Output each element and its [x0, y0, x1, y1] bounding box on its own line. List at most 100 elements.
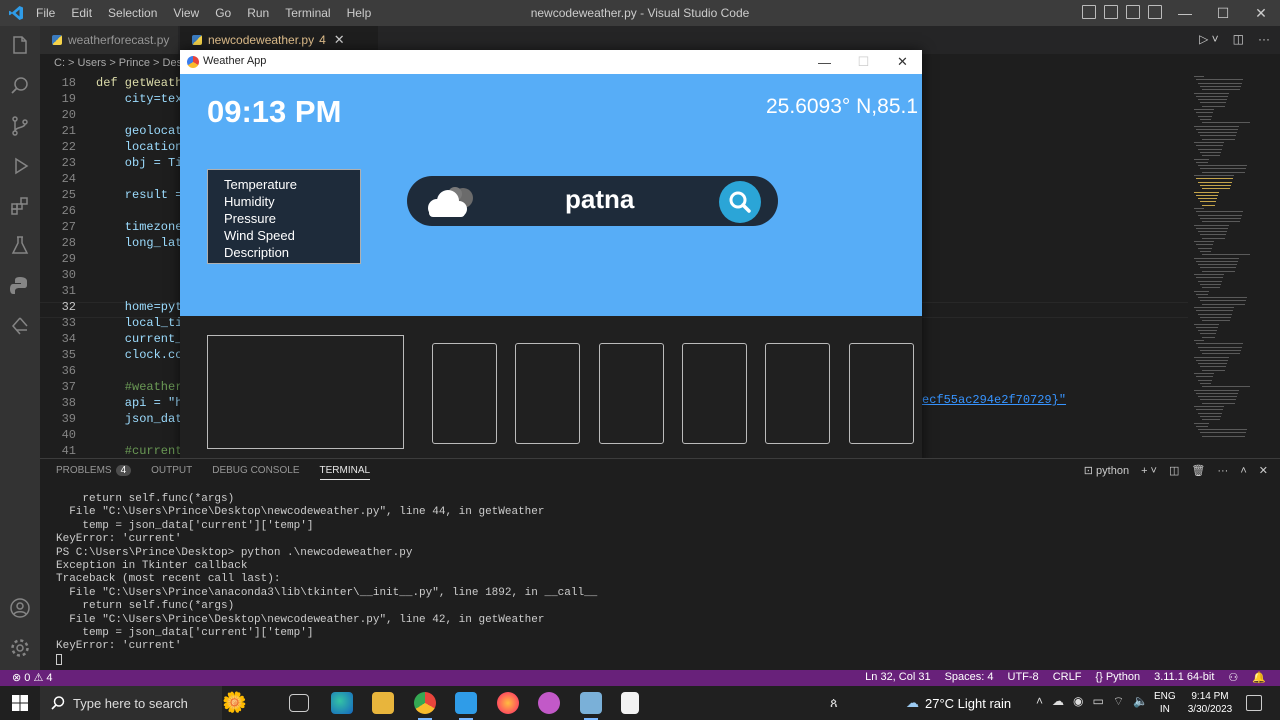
menu-view[interactable]: View: [173, 6, 199, 20]
remote-explorer-icon[interactable]: [8, 314, 32, 338]
more-actions-icon[interactable]: ···: [1258, 32, 1270, 46]
minimap-line: [1198, 82, 1242, 84]
encoding[interactable]: UTF-8: [1008, 671, 1039, 684]
split-editor-icon[interactable]: ◫: [1233, 32, 1244, 46]
indentation[interactable]: Spaces: 4: [945, 671, 994, 684]
battery-icon[interactable]: ▭: [1093, 694, 1104, 709]
source-control-icon[interactable]: [8, 114, 32, 138]
terminal-output[interactable]: return self.func(*args) File "C:\Users\P…: [56, 493, 597, 667]
tab-close-icon[interactable]: ✕: [334, 32, 345, 48]
maximize-icon[interactable]: ☐: [1204, 0, 1242, 26]
minimap-line: [1196, 227, 1228, 229]
tab-problems[interactable]: PROBLEMS 4: [56, 465, 132, 480]
notepad-icon[interactable]: [621, 692, 639, 714]
tab-output[interactable]: OUTPUT: [151, 465, 192, 480]
api-url-string[interactable]: ecf55ac294e2f70729}": [922, 393, 1066, 407]
long-lat-label: 25.6093° N,85.1: [766, 95, 919, 118]
customize-layout-icon[interactable]: [1148, 5, 1162, 19]
minimize-icon[interactable]: —: [805, 50, 844, 74]
cursor-position[interactable]: Ln 32, Col 31: [865, 671, 930, 684]
weather-app-title: Weather App: [203, 55, 267, 67]
minimap-line: [1200, 283, 1221, 285]
menu-bar: File Edit Selection View Go Run Terminal…: [36, 6, 371, 20]
new-terminal-icon[interactable]: + ˅: [1141, 465, 1157, 477]
show-hidden-icons[interactable]: ˄: [1036, 694, 1043, 709]
terminal-line: temp = json_data['current']['temp']: [56, 519, 314, 532]
tab-debug-console[interactable]: DEBUG CONSOLE: [212, 465, 299, 480]
search-icon[interactable]: [8, 74, 32, 98]
close-panel-icon[interactable]: ✕: [1259, 464, 1268, 477]
minimap-line: [1194, 257, 1239, 259]
language-indicator[interactable]: ENG IN: [1154, 690, 1176, 716]
camera-icon[interactable]: ◉: [1073, 694, 1083, 709]
account-icon[interactable]: [8, 596, 32, 620]
python-icon[interactable]: [8, 274, 32, 298]
edge-icon[interactable]: [331, 692, 353, 714]
language-mode[interactable]: {} Python: [1095, 671, 1140, 684]
kill-terminal-icon[interactable]: 🗑: [1191, 464, 1205, 477]
close-icon[interactable]: ✕: [883, 50, 922, 74]
menu-terminal[interactable]: Terminal: [285, 6, 330, 20]
taskbar-clock[interactable]: 9:14 PM 3/30/2023: [1186, 690, 1234, 716]
minimap-line: [1198, 396, 1237, 398]
minimap-line: [1200, 217, 1241, 219]
taskbar-search[interactable]: Type here to search 🌼: [40, 686, 247, 720]
app-icon[interactable]: [538, 692, 560, 714]
task-view-icon[interactable]: [289, 694, 309, 712]
notifications-bell-icon[interactable]: 🔔: [1252, 671, 1266, 684]
volume-icon[interactable]: 🔈: [1133, 694, 1148, 709]
problems-status[interactable]: ⊗ 0 ⚠ 4: [12, 671, 52, 684]
run-file-icon[interactable]: ▷ ˅: [1199, 32, 1219, 46]
feedback-icon[interactable]: ⚇: [1228, 671, 1238, 684]
tab-terminal[interactable]: TERMINAL: [319, 465, 371, 480]
wifi-icon[interactable]: ⌔: [1113, 694, 1124, 709]
menu-edit[interactable]: Edit: [71, 6, 92, 20]
windows-start-icon[interactable]: [12, 695, 28, 711]
minimap-line: [1194, 175, 1234, 176]
settings-gear-icon[interactable]: [8, 636, 32, 660]
minimap-line: [1200, 382, 1211, 384]
toggle-sidebar-icon[interactable]: [1082, 5, 1096, 19]
extensions-icon[interactable]: [8, 194, 32, 218]
city-search-input[interactable]: patna: [565, 184, 634, 215]
minimap-line: [1194, 76, 1204, 77]
toggle-secondary-sidebar-icon[interactable]: [1126, 5, 1140, 19]
vscode-taskbar-icon[interactable]: [455, 692, 477, 720]
explorer-icon[interactable]: [8, 34, 32, 58]
chrome-icon[interactable]: [414, 692, 436, 720]
search-button[interactable]: [719, 181, 761, 223]
menu-run[interactable]: Run: [247, 6, 269, 20]
python-interpreter[interactable]: 3.11.1 64-bit: [1154, 671, 1214, 684]
notification-center-icon[interactable]: [1246, 695, 1262, 711]
python-tkinter-icon[interactable]: [580, 692, 602, 720]
minimap-line: [1202, 336, 1215, 338]
toggle-panel-icon[interactable]: [1104, 5, 1118, 19]
people-icon[interactable]: ጰ: [830, 695, 838, 711]
weather-info-box: Temperature Humidity Pressure Wind Speed…: [207, 169, 361, 264]
tab-weatherforecast[interactable]: weatherforecast.py: [40, 26, 178, 54]
maximize-icon[interactable]: ☐: [844, 50, 883, 74]
minimap-line: [1202, 171, 1245, 173]
testing-icon[interactable]: [8, 234, 32, 258]
line-ending[interactable]: CRLF: [1053, 671, 1082, 684]
minimap[interactable]: [1188, 74, 1280, 456]
minimize-icon[interactable]: —: [1166, 0, 1204, 26]
menu-go[interactable]: Go: [215, 6, 231, 20]
line-number: 38: [61, 396, 76, 410]
firefox-icon[interactable]: [497, 692, 519, 714]
menu-selection[interactable]: Selection: [108, 6, 157, 20]
menu-help[interactable]: Help: [347, 6, 372, 20]
split-terminal-icon[interactable]: ◫: [1169, 464, 1179, 477]
menu-file[interactable]: File: [36, 6, 55, 20]
terminal-shell-selector[interactable]: ⊡ python: [1084, 464, 1129, 477]
more-actions-icon[interactable]: ···: [1217, 465, 1228, 477]
close-icon[interactable]: ✕: [1242, 0, 1280, 26]
onedrive-icon[interactable]: ☁: [1052, 694, 1064, 709]
minimap-line: [1200, 118, 1211, 120]
search-highlight-icon[interactable]: 🌼: [222, 690, 247, 715]
file-explorer-icon[interactable]: [372, 692, 394, 714]
run-debug-icon[interactable]: [8, 154, 32, 178]
minimap-line: [1202, 105, 1225, 107]
maximize-panel-icon[interactable]: ˄: [1240, 465, 1246, 477]
taskbar-weather[interactable]: ☁ 27°C Light rain: [906, 695, 1011, 711]
